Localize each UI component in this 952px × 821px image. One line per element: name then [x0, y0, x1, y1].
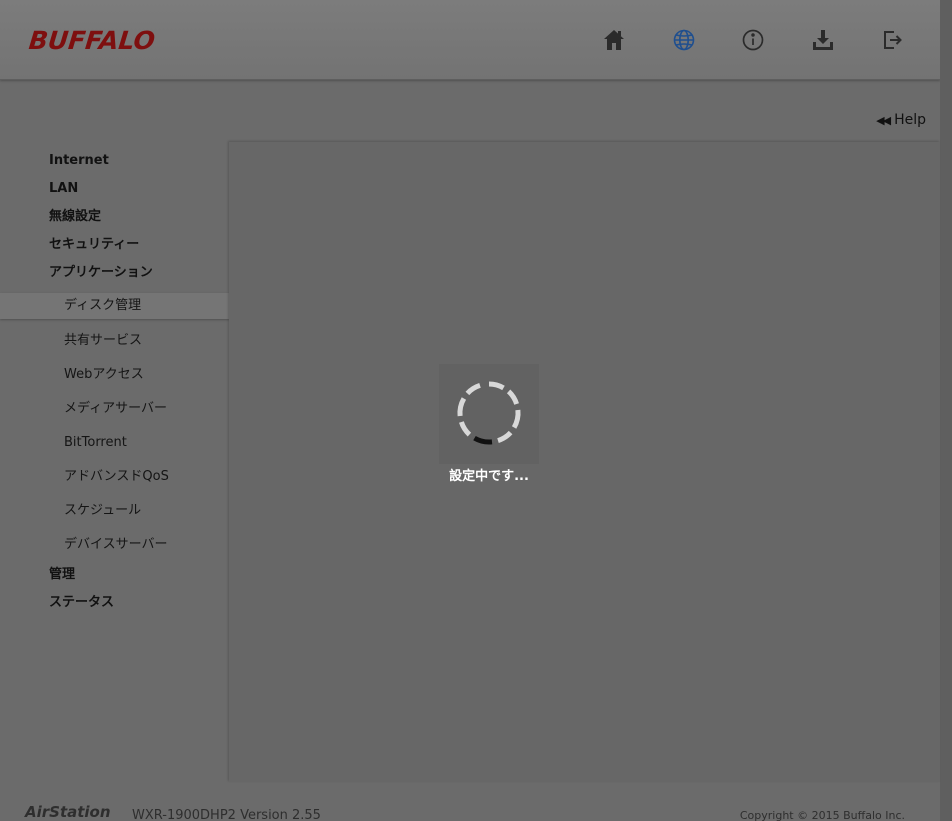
header: BUFFALO [0, 0, 940, 80]
help-link[interactable]: ◀◀ Help [876, 112, 926, 128]
sidebar-item-shared-services[interactable]: 共有サービス [0, 324, 229, 358]
sidebar-item-advanced-qos[interactable]: アドバンスドQoS [0, 460, 229, 494]
globe-icon[interactable] [668, 24, 700, 56]
info-icon[interactable] [737, 24, 769, 56]
sidebar-item-security[interactable]: セキュリティー [0, 234, 229, 262]
copyright: Copyright © 2015 Buffalo Inc. [739, 809, 905, 821]
sidebar-item-bittorrent[interactable]: BitTorrent [0, 426, 229, 460]
sidebar-item-media-server[interactable]: メディアサーバー [0, 392, 229, 426]
sidebar-item-disk-management[interactable]: ディスク管理 [0, 293, 229, 319]
airstation-logo: AirStation [25, 803, 111, 821]
download-icon[interactable] [807, 24, 839, 56]
logout-icon[interactable] [877, 24, 909, 56]
help-label: Help [894, 112, 926, 128]
sidebar-item-applications[interactable]: アプリケーション [0, 262, 229, 290]
sidebar-item-lan[interactable]: LAN [0, 178, 229, 206]
sidebar-item-schedule[interactable]: スケジュール [0, 494, 229, 528]
sidebar-item-management[interactable]: 管理 [0, 564, 229, 592]
sidebar-menu: Internet LAN 無線設定 セキュリティー アプリケーション ディスク管… [0, 150, 229, 620]
scrollbar-gutter[interactable] [940, 0, 952, 821]
sidebar-item-web-access[interactable]: Webアクセス [0, 358, 229, 392]
sidebar-item-internet[interactable]: Internet [0, 150, 229, 178]
header-icon-bar [0, 24, 940, 56]
sidebar-item-device-server[interactable]: デバイスサーバー [0, 528, 229, 562]
double-left-arrow-icon: ◀◀ [876, 113, 891, 127]
sidebar-item-status[interactable]: ステータス [0, 592, 229, 620]
home-icon[interactable] [598, 24, 630, 56]
loading-spinner-icon [457, 381, 521, 445]
sidebar-item-wireless[interactable]: 無線設定 [0, 206, 229, 234]
model-version: WXR-1900DHP2 Version 2.55 [132, 808, 321, 821]
content-panel [229, 142, 940, 782]
loading-text: 設定中です... [449, 469, 529, 484]
